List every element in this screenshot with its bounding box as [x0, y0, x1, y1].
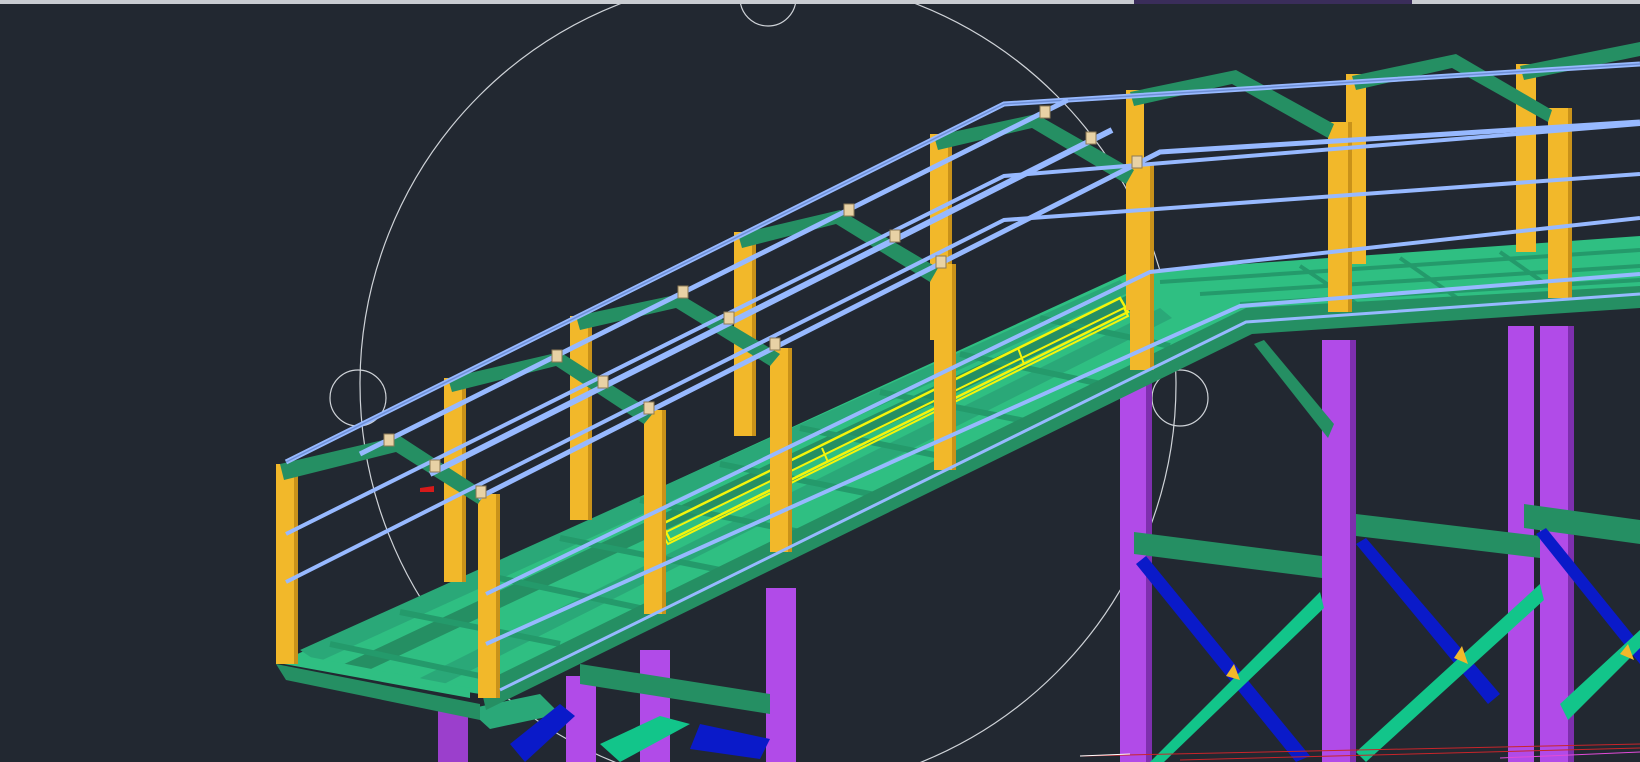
ucs-marker-icon — [420, 486, 434, 492]
bolt-icon — [677, 285, 689, 299]
bolt-icon — [723, 311, 735, 325]
bolt-icon — [769, 337, 781, 351]
bolt-icon — [1039, 105, 1051, 119]
bolt-icon — [889, 229, 901, 243]
cad-application — [0, 0, 1640, 762]
orbit-top-handle-icon[interactable] — [740, 4, 796, 27]
bolt-icon — [935, 255, 947, 269]
structure-model[interactable] — [0, 4, 1640, 762]
bolt-icon — [1131, 155, 1143, 169]
bolt-icon — [843, 203, 855, 217]
bolt-icon — [643, 401, 655, 415]
bolt-icon — [429, 459, 441, 473]
right-frame — [1079, 326, 1640, 762]
bolt-icon — [597, 375, 609, 389]
bolt-icon — [1085, 131, 1097, 145]
bolt-icon — [383, 433, 395, 447]
bolt-icon — [475, 485, 487, 499]
3d-viewport[interactable] — [0, 4, 1640, 762]
bolt-icon — [551, 349, 563, 363]
